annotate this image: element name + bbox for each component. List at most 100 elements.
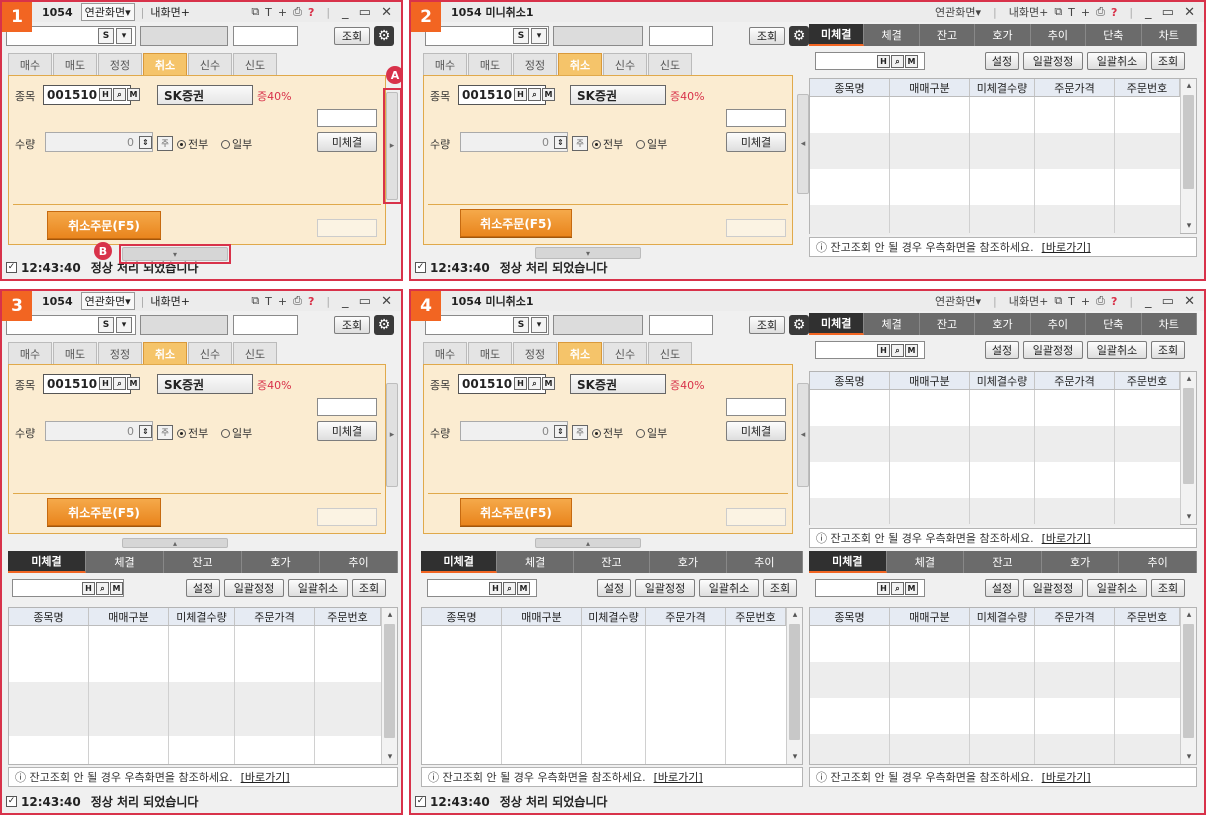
batch-modify-button[interactable]: 일괄정정: [1023, 579, 1083, 597]
batch-modify-button[interactable]: 일괄정정: [224, 579, 284, 597]
h-button[interactable]: H: [877, 582, 890, 595]
m-button[interactable]: M: [127, 88, 140, 101]
popout-icon[interactable]: ⧉: [251, 5, 259, 19]
tab-cancel[interactable]: 취소: [558, 342, 602, 364]
grid-scrollbar[interactable]: ▴ ▾: [1180, 372, 1196, 524]
grid-search-button[interactable]: 조회: [352, 579, 386, 597]
tab-cancel[interactable]: 취소: [143, 342, 187, 364]
unfilled-button[interactable]: 미체결: [317, 421, 377, 441]
popout-icon[interactable]: ⧉: [1054, 294, 1062, 308]
quantity-input[interactable]: 0: [460, 421, 568, 441]
option-all[interactable]: 전부: [592, 136, 623, 152]
tab-sell[interactable]: 매도: [468, 53, 512, 75]
s-button[interactable]: S: [98, 317, 114, 333]
expand-down-handle[interactable]: ▾: [535, 247, 641, 259]
scroll-thumb[interactable]: [1183, 95, 1194, 189]
tab-cancel[interactable]: 취소: [558, 53, 602, 75]
tab-modify[interactable]: 정정: [513, 53, 557, 75]
quantity-input[interactable]: 0: [45, 132, 153, 152]
help-icon[interactable]: ?: [1111, 295, 1117, 308]
tab-cancel[interactable]: 취소: [143, 53, 187, 75]
tab-balance[interactable]: 잔고: [920, 24, 976, 46]
tab-shortcut[interactable]: 단축: [1086, 313, 1142, 335]
tab-unfilled[interactable]: 미체결: [809, 24, 865, 46]
settings-button[interactable]: 설정: [985, 579, 1019, 597]
scroll-up-icon[interactable]: ▴: [382, 608, 398, 622]
account-dropdown-button[interactable]: ▾: [116, 317, 132, 333]
tab-buy[interactable]: 매수: [423, 53, 467, 75]
text-icon[interactable]: T: [265, 295, 272, 308]
tab-credit-buy[interactable]: 신수: [188, 342, 232, 364]
tab-quote[interactable]: 호가: [1042, 551, 1120, 573]
plus-icon[interactable]: +: [1081, 6, 1090, 19]
tab-chart[interactable]: 차트: [1142, 313, 1197, 335]
quantity-stepper[interactable]: ⇕: [139, 425, 152, 438]
tab-chart[interactable]: 차트: [1142, 24, 1197, 46]
search-button[interactable]: 조회: [749, 316, 785, 334]
shortcut-link[interactable]: [바로가기]: [1042, 769, 1091, 785]
m-button[interactable]: M: [905, 344, 918, 357]
option-all[interactable]: 전부: [177, 425, 208, 441]
tab-balance[interactable]: 잔고: [920, 313, 976, 335]
plus-icon[interactable]: +: [1081, 295, 1090, 308]
tab-quote[interactable]: 호가: [650, 551, 727, 573]
cancel-order-button[interactable]: 취소주문(F5): [460, 209, 572, 237]
tab-filled[interactable]: 체결: [887, 551, 965, 573]
tab-balance[interactable]: 잔고: [164, 551, 242, 573]
password-input[interactable]: [649, 26, 713, 46]
tab-filled[interactable]: 체결: [497, 551, 574, 573]
search-icon[interactable]: ⌕: [891, 55, 904, 68]
batch-cancel-button[interactable]: 일괄취소: [288, 579, 348, 597]
tab-modify[interactable]: 정정: [98, 53, 142, 75]
tab-quote[interactable]: 호가: [975, 313, 1031, 335]
batch-cancel-button[interactable]: 일괄취소: [1087, 341, 1147, 359]
grid-search-button[interactable]: 조회: [1151, 579, 1185, 597]
quantity-input[interactable]: 0: [45, 421, 153, 441]
tab-quote[interactable]: 호가: [975, 24, 1031, 46]
quantity-stepper[interactable]: ⇕: [139, 136, 152, 149]
h-button[interactable]: H: [514, 88, 527, 101]
tab-credit-sell[interactable]: 신도: [233, 53, 277, 75]
collapse-right-handle[interactable]: ◂: [797, 383, 809, 487]
settings-button[interactable]: 설정: [985, 341, 1019, 359]
scroll-thumb[interactable]: [1183, 624, 1194, 738]
collapse-up-handle[interactable]: ▴: [535, 538, 641, 548]
search-button[interactable]: 조회: [749, 27, 785, 45]
scroll-up-icon[interactable]: ▴: [1181, 372, 1197, 386]
search-icon[interactable]: ⌕: [113, 88, 126, 101]
batch-modify-button[interactable]: 일괄정정: [635, 579, 695, 597]
tab-filled[interactable]: 체결: [864, 24, 920, 46]
s-button[interactable]: S: [513, 28, 529, 44]
h-button[interactable]: H: [99, 377, 112, 390]
scroll-thumb[interactable]: [789, 624, 800, 740]
grid-search-button[interactable]: 조회: [1151, 52, 1185, 70]
text-icon[interactable]: T: [265, 6, 272, 19]
tab-buy[interactable]: 매수: [423, 342, 467, 364]
expand-right-handle[interactable]: ▸: [386, 383, 398, 487]
tab-balance[interactable]: 잔고: [964, 551, 1042, 573]
gear-icon[interactable]: ⚙: [789, 315, 809, 335]
batch-cancel-button[interactable]: 일괄취소: [1087, 579, 1147, 597]
status-checkbox[interactable]: ✓: [415, 262, 426, 273]
gear-icon[interactable]: ⚙: [789, 26, 809, 46]
shortcut-link[interactable]: [바로가기]: [1042, 530, 1091, 546]
shortcut-link[interactable]: [바로가기]: [241, 769, 290, 785]
grid-scrollbar[interactable]: ▴ ▾: [1180, 79, 1196, 233]
tab-trend[interactable]: 추이: [1119, 551, 1197, 573]
option-all[interactable]: 전부: [592, 425, 623, 441]
shortcut-link[interactable]: [바로가기]: [654, 769, 703, 785]
print-icon[interactable]: ⎙: [1096, 294, 1105, 308]
tab-credit-buy[interactable]: 신수: [188, 53, 232, 75]
password-input[interactable]: [233, 315, 298, 335]
search-icon[interactable]: ⌕: [503, 582, 516, 595]
grid-search-button[interactable]: 조회: [1151, 341, 1185, 359]
password-input[interactable]: [649, 315, 713, 335]
tab-sell[interactable]: 매도: [468, 342, 512, 364]
status-checkbox[interactable]: ✓: [415, 796, 426, 807]
quantity-stepper[interactable]: ⇕: [554, 136, 567, 149]
m-button[interactable]: M: [905, 55, 918, 68]
help-icon[interactable]: ?: [1111, 6, 1117, 19]
tab-trend[interactable]: 추이: [1031, 313, 1087, 335]
search-button[interactable]: 조회: [334, 27, 370, 45]
m-button[interactable]: M: [517, 582, 530, 595]
